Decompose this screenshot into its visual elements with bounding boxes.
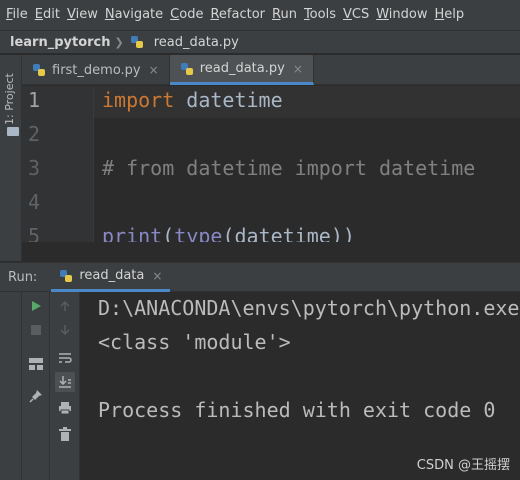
pin-icon[interactable] xyxy=(26,386,46,406)
left-tool-strip-lower xyxy=(0,292,22,480)
watermark: CSDN @王摇摆 xyxy=(416,458,510,473)
line-number: 2 xyxy=(28,122,41,146)
python-file-icon xyxy=(180,62,194,76)
scroll-to-end-icon[interactable] xyxy=(55,372,75,392)
tab-first-demo[interactable]: first_demo.py × xyxy=(22,55,170,85)
line-number: 4 xyxy=(28,190,41,214)
layout-icon[interactable] xyxy=(26,354,46,374)
breadcrumb: learn_pytorch ❯ read_data.py xyxy=(0,30,520,54)
run-toolbar xyxy=(22,292,50,480)
menu-help[interactable]: Help xyxy=(433,0,470,30)
code-line-3: # from datetime import datetime xyxy=(102,156,476,180)
console-output[interactable]: D:\ANACONDA\envs\pytorch\python.exe <cla… xyxy=(80,292,520,480)
menu-window[interactable]: Window xyxy=(374,0,432,30)
menu-view[interactable]: View xyxy=(65,0,103,30)
run-icon[interactable] xyxy=(26,296,46,316)
menu-vcs[interactable]: VCS xyxy=(341,0,374,30)
up-arrow-icon[interactable] xyxy=(55,296,75,316)
stop-icon[interactable] xyxy=(26,320,46,340)
run-tab-label: read_data xyxy=(79,268,145,283)
code-line-5: print(type(datetime)) xyxy=(102,224,355,242)
menu-bar: File Edit View Navigate Code Refactor Ru… xyxy=(0,0,520,30)
editor-tab-bar: first_demo.py × read_data.py × xyxy=(22,55,520,85)
menu-code[interactable]: Code xyxy=(168,0,208,30)
left-tool-strip: 1: Project xyxy=(0,55,22,261)
menu-run[interactable]: Run xyxy=(270,0,302,30)
python-file-icon xyxy=(130,35,144,49)
line-number: 1 xyxy=(28,88,41,112)
menu-tools[interactable]: Tools xyxy=(302,0,341,30)
run-toolbar-secondary xyxy=(50,292,80,480)
line-number: 5 xyxy=(28,224,41,242)
menu-navigate[interactable]: Navigate xyxy=(103,0,168,30)
tab-label: first_demo.py xyxy=(52,62,141,78)
print-icon[interactable] xyxy=(55,398,75,418)
breadcrumb-file[interactable]: read_data.py xyxy=(154,35,239,50)
menu-file[interactable]: File xyxy=(4,0,33,30)
down-arrow-icon[interactable] xyxy=(55,320,75,340)
menu-edit[interactable]: Edit xyxy=(33,0,65,30)
console-line: <class 'module'> xyxy=(98,330,291,354)
python-file-icon xyxy=(59,269,73,283)
run-tab-read-data[interactable]: read_data × xyxy=(51,262,171,292)
close-icon[interactable]: × xyxy=(293,62,303,76)
code-editor[interactable]: 1 2 3 4 5 import datetime # from datetim… xyxy=(22,86,520,242)
project-tool-tab[interactable]: 1: Project xyxy=(2,61,20,136)
run-label: Run: xyxy=(8,269,38,285)
soft-wrap-icon[interactable] xyxy=(55,348,75,368)
menu-refactor[interactable]: Refactor xyxy=(208,0,270,30)
folder-icon xyxy=(7,127,19,136)
code-line-1: import datetime xyxy=(102,88,283,112)
close-icon[interactable]: × xyxy=(149,63,159,77)
console-line: Process finished with exit code 0 xyxy=(98,398,496,422)
trash-icon[interactable] xyxy=(55,424,75,444)
run-panel-header: Run: read_data × xyxy=(0,262,520,292)
line-number-gutter: 1 2 3 4 5 xyxy=(22,86,94,242)
project-tab-label: 1: Project xyxy=(3,73,16,125)
breadcrumb-project[interactable]: learn_pytorch xyxy=(10,35,111,50)
console-line: D:\ANACONDA\envs\pytorch\python.exe xyxy=(98,296,520,320)
tab-read-data[interactable]: read_data.py × xyxy=(169,55,314,85)
line-number: 3 xyxy=(28,156,41,180)
tab-label: read_data.py xyxy=(199,61,285,76)
python-file-icon xyxy=(32,63,46,77)
chevron-right-icon: ❯ xyxy=(114,35,124,49)
close-icon[interactable]: × xyxy=(152,269,162,283)
